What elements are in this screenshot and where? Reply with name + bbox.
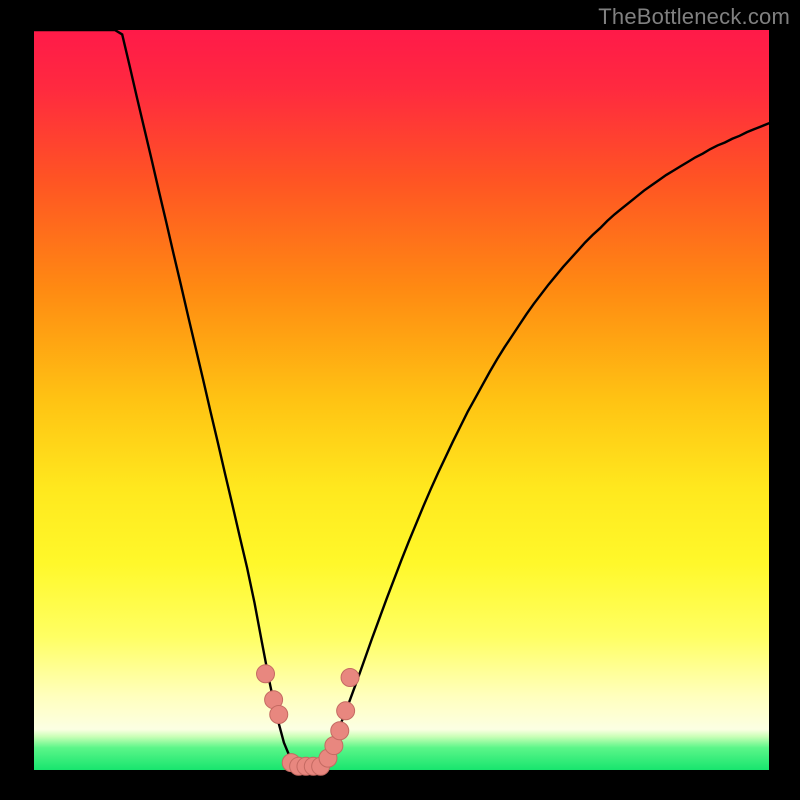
bottleneck-chart — [0, 0, 800, 800]
curve-marker — [337, 702, 355, 720]
chart-container: TheBottleneck.com — [0, 0, 800, 800]
curve-marker — [331, 722, 349, 740]
chart-background — [34, 30, 769, 770]
curve-marker — [341, 669, 359, 687]
curve-marker — [257, 665, 275, 683]
watermark-text: TheBottleneck.com — [598, 4, 790, 30]
curve-marker — [270, 706, 288, 724]
